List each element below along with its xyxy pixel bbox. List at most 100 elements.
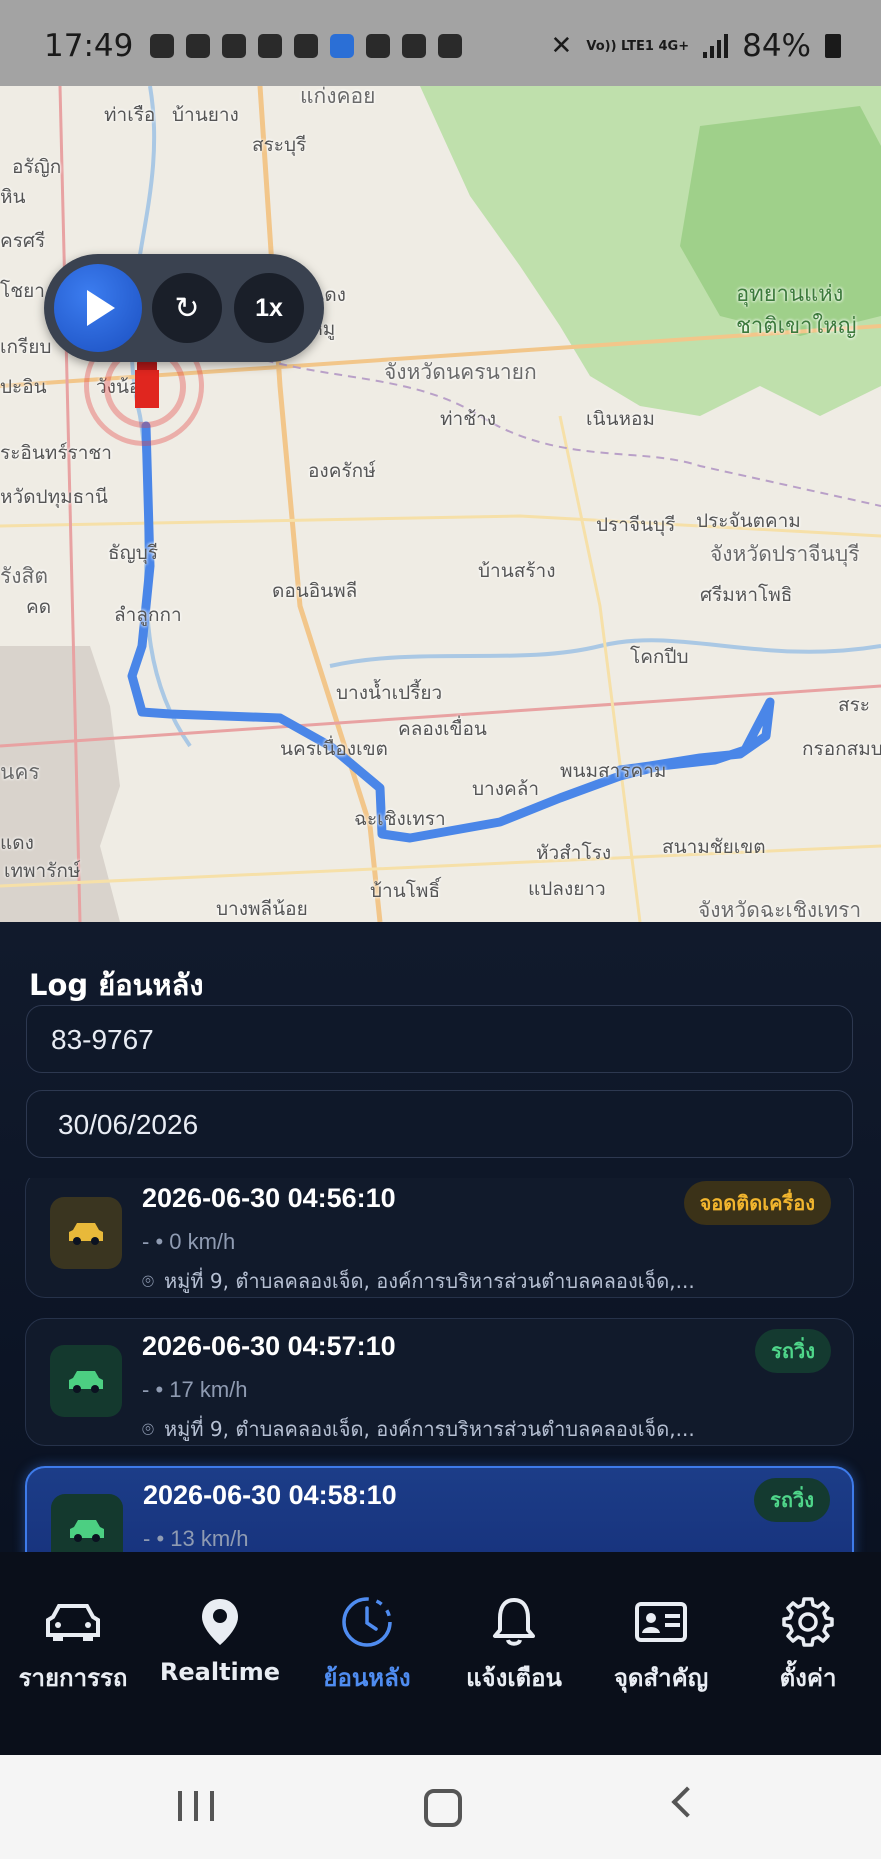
nav-label: Realtime	[159, 1658, 281, 1686]
log-address-text: หมู่ที่ 9, ตำบลคลองเจ็ด, องค์การบริหารส่…	[164, 1269, 695, 1293]
arc-icon	[366, 34, 390, 58]
car-icon	[50, 1197, 122, 1269]
map-place-label: อุทยานแห่ง	[736, 282, 844, 307]
messenger-icon	[186, 34, 210, 58]
road	[257, 86, 383, 922]
battery-icon	[825, 34, 841, 58]
map-place-label: หิน	[0, 186, 26, 208]
mute-icon: ✕	[550, 31, 573, 61]
map-place-label: ปราจีนบุรี	[596, 514, 676, 536]
log-list[interactable]: 2026-06-30 04:56:10 - • 0 km/h ⌾ หมู่ที่ …	[0, 1178, 881, 1552]
map-place-label: ท่าช้าง	[440, 408, 497, 430]
map-place-label: ดอนอินพลี	[272, 580, 358, 602]
map-place-label: แก่งคอย	[300, 86, 376, 108]
map-place-label: สระ	[838, 694, 871, 716]
location-pin-icon: ⌾	[142, 1269, 154, 1293]
map-place-label: จังหวัดนครนายก	[384, 360, 537, 384]
nav-item-landmarks[interactable]: จุดสำคัญ	[588, 1592, 734, 1697]
status-badge: จอดติดเครื่อง	[683, 1181, 831, 1225]
nav-label: จุดสำคัญ	[613, 1664, 709, 1692]
bottom-nav: รายการรถ Realtime ย้อนหลัง แจ้งเตือน จุด…	[0, 1552, 881, 1755]
nav-label: รายการรถ	[18, 1664, 128, 1692]
map-place-label: ฉะเชิงเทรา	[354, 808, 446, 830]
shopee-icon	[222, 34, 246, 58]
map-place-label: โคกปีบ	[630, 646, 689, 668]
map-place-label: บ้านยาง	[172, 104, 239, 126]
status-right: ✕ Vo)) LTE1 4G+ 84%	[551, 28, 841, 64]
map-place-label: แปลงยาว	[528, 878, 606, 900]
map-place-label: คลองเขื่อน	[398, 718, 487, 740]
nav-label: แจ้งเตือน	[466, 1664, 562, 1692]
location-pin-icon	[147, 1592, 293, 1652]
status-time: 17:49	[44, 28, 134, 64]
vehicle-marker[interactable]	[135, 360, 159, 426]
log-card[interactable]: 2026-06-30 04:56:10 - • 0 km/h ⌾ หมู่ที่ …	[25, 1178, 854, 1298]
map-place-label: บ้านโพธิ์	[370, 880, 441, 902]
route-line	[127, 421, 775, 843]
map-place-label: ประจันตคาม	[696, 510, 801, 532]
recent-apps-button[interactable]	[178, 1791, 214, 1821]
map-place-label: ระอินทร์ราชา	[0, 442, 112, 464]
map-place-label: เกรียบ	[0, 336, 52, 358]
play-button[interactable]	[54, 264, 142, 352]
dots-icon	[438, 34, 462, 58]
map-place-label: บางพลีน้อย	[216, 898, 308, 920]
signal-icon	[703, 34, 729, 58]
map-place-label: นคร	[0, 760, 40, 784]
log-speed: - • 17 km/h	[142, 1377, 248, 1402]
nav-item-history[interactable]: ย้อนหลัง	[294, 1592, 440, 1697]
image-icon	[402, 34, 426, 58]
map-place-label: สระบุรี	[252, 134, 307, 156]
speed-button[interactable]: 1x	[234, 273, 304, 343]
restart-icon: ↻	[174, 291, 200, 325]
map-place-label: ชาติเขาใหญ่	[736, 314, 857, 339]
map-place-label: ครศรี	[0, 230, 46, 252]
map-place-label: บ้านสร้าง	[478, 560, 556, 582]
nav-item-alerts[interactable]: แจ้งเตือน	[441, 1592, 587, 1697]
notification-icons	[150, 34, 462, 58]
car-icon	[0, 1592, 146, 1652]
map-place-label: อรัญิก	[12, 156, 62, 178]
status-bar: 17:49 ✕ Vo)) LTE1 4G+ 84%	[0, 0, 881, 86]
page-title: Log ย้อนหลัง	[29, 968, 204, 1002]
nav-item-vehicles[interactable]: รายการรถ	[0, 1592, 146, 1697]
map-place-label: คด	[26, 596, 52, 618]
network-indicator: Vo)) LTE1 4G+	[586, 38, 690, 54]
shield-icon	[294, 34, 318, 58]
map-place-label: แดง	[0, 832, 34, 854]
log-card[interactable]: 2026-06-30 04:57:10 - • 17 km/h ⌾ หมู่ที่…	[25, 1318, 854, 1446]
map-place-label: โชยา	[0, 280, 45, 302]
map-place-label: ศรีมหาโพธิ	[700, 584, 793, 606]
map-place-label: หัวสำโรง	[536, 842, 612, 864]
car-icon	[50, 1345, 122, 1417]
map-place-label: ปะอิน	[0, 376, 47, 398]
status-badge: รถวิ่ง	[755, 1329, 831, 1373]
date-field[interactable]: 30/06/2026	[26, 1090, 853, 1158]
nav-label: ตั้งค่า	[779, 1664, 837, 1692]
home-button[interactable]	[424, 1789, 462, 1827]
map-place-label: ท่าเรือ	[104, 104, 156, 126]
log-time: 2026-06-30 04:57:10	[142, 1331, 396, 1361]
map-place-label: องครักษ์	[308, 460, 376, 482]
restart-button[interactable]: ↻	[152, 273, 222, 343]
nav-item-realtime[interactable]: Realtime	[147, 1592, 293, 1686]
id-card-icon	[588, 1592, 734, 1652]
map-place-label: หวัดปทุมธานี	[0, 486, 108, 508]
log-card-selected[interactable]: 2026-06-30 04:58:10 - • 13 km/h รถวิ่ง	[25, 1466, 854, 1552]
map-place-label: สนามชัยเขต	[662, 836, 766, 858]
map-place-label: บางน้ำเปรี้ยว	[336, 682, 443, 704]
line-icon	[150, 34, 174, 58]
map-view[interactable]: แก่งคอยท่าเรือ บ้านยางสระบุรีอรัญิกหินครศ…	[0, 86, 881, 922]
log-time: 2026-06-30 04:58:10	[143, 1480, 397, 1510]
back-button[interactable]	[671, 1786, 703, 1818]
map-place-label: ธัญบุรี	[108, 542, 159, 564]
map-place-label: นครเนื่องเขต	[280, 738, 388, 760]
bell-icon	[441, 1592, 587, 1652]
map-place-label: รังสิต	[0, 564, 48, 588]
vehicle-field[interactable]: 83-9767	[26, 1005, 853, 1073]
system-nav-bar	[0, 1755, 881, 1859]
nav-item-settings[interactable]: ตั้งค่า	[735, 1592, 881, 1697]
log-address: ⌾ หมู่ที่ 9, ตำบลคลองเจ็ด, องค์การบริหารส…	[142, 1265, 832, 1297]
map-place-label: กรอกสมบ	[802, 738, 881, 760]
map-place-label: เนินหอม	[586, 408, 655, 430]
